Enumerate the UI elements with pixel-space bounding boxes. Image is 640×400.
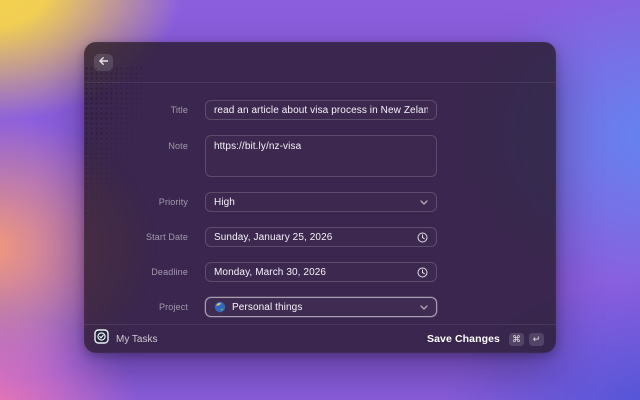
- start-date-label: Start Date: [145, 232, 188, 242]
- form-row-note: Note https://bit.ly/nz-visa: [84, 135, 556, 177]
- priority-value: High: [214, 196, 235, 208]
- globe-icon: [214, 301, 226, 313]
- form-row-deadline: Deadline Monday, March 30, 2026: [84, 262, 556, 282]
- deadline-picker[interactable]: Monday, March 30, 2026: [205, 262, 437, 282]
- chevron-down-icon: [420, 304, 428, 310]
- deadline-label: Deadline: [151, 267, 188, 277]
- form-row-project: Project Personal things: [84, 297, 556, 317]
- title-value: read an article about visa process in Ne…: [214, 104, 428, 116]
- return-key-icon: ↵: [529, 332, 544, 346]
- edit-task-window: Title read an article about visa process…: [84, 42, 556, 353]
- project-dropdown[interactable]: Personal things: [205, 297, 437, 317]
- desktop-background: Title read an article about visa process…: [0, 0, 640, 400]
- form-row-start-date: Start Date Sunday, January 25, 2026: [84, 227, 556, 247]
- window-footer: My Tasks Save Changes ⌘ ↵: [84, 324, 556, 353]
- project-label: Project: [158, 302, 188, 312]
- note-textarea[interactable]: https://bit.ly/nz-visa: [205, 135, 437, 177]
- arrow-left-icon: [97, 54, 110, 72]
- save-changes-label: Save Changes: [427, 333, 500, 345]
- title-input[interactable]: read an article about visa process in Ne…: [205, 100, 437, 120]
- project-value: Personal things: [232, 301, 303, 313]
- clock-icon: [417, 267, 428, 278]
- form-row-priority: Priority High: [84, 192, 556, 212]
- note-value: https://bit.ly/nz-visa: [214, 141, 302, 152]
- note-label: Note: [168, 141, 188, 151]
- start-date-picker[interactable]: Sunday, January 25, 2026: [205, 227, 437, 247]
- app-name: My Tasks: [116, 333, 158, 345]
- start-date-value: Sunday, January 25, 2026: [214, 231, 333, 243]
- priority-label: Priority: [158, 197, 188, 207]
- priority-dropdown[interactable]: High: [205, 192, 437, 212]
- save-changes-button[interactable]: Save Changes ⌘ ↵: [425, 330, 546, 349]
- deadline-value: Monday, March 30, 2026: [214, 266, 327, 278]
- task-form: Title read an article about visa process…: [84, 83, 556, 317]
- my-tasks-app-icon: [94, 329, 109, 349]
- form-row-title: Title read an article about visa process…: [84, 100, 556, 120]
- title-label: Title: [170, 105, 188, 115]
- chevron-down-icon: [420, 199, 428, 205]
- app-identity: My Tasks: [94, 329, 158, 349]
- window-header: [84, 42, 556, 83]
- back-button[interactable]: [94, 54, 113, 71]
- command-key-icon: ⌘: [509, 332, 524, 346]
- clock-icon: [417, 232, 428, 243]
